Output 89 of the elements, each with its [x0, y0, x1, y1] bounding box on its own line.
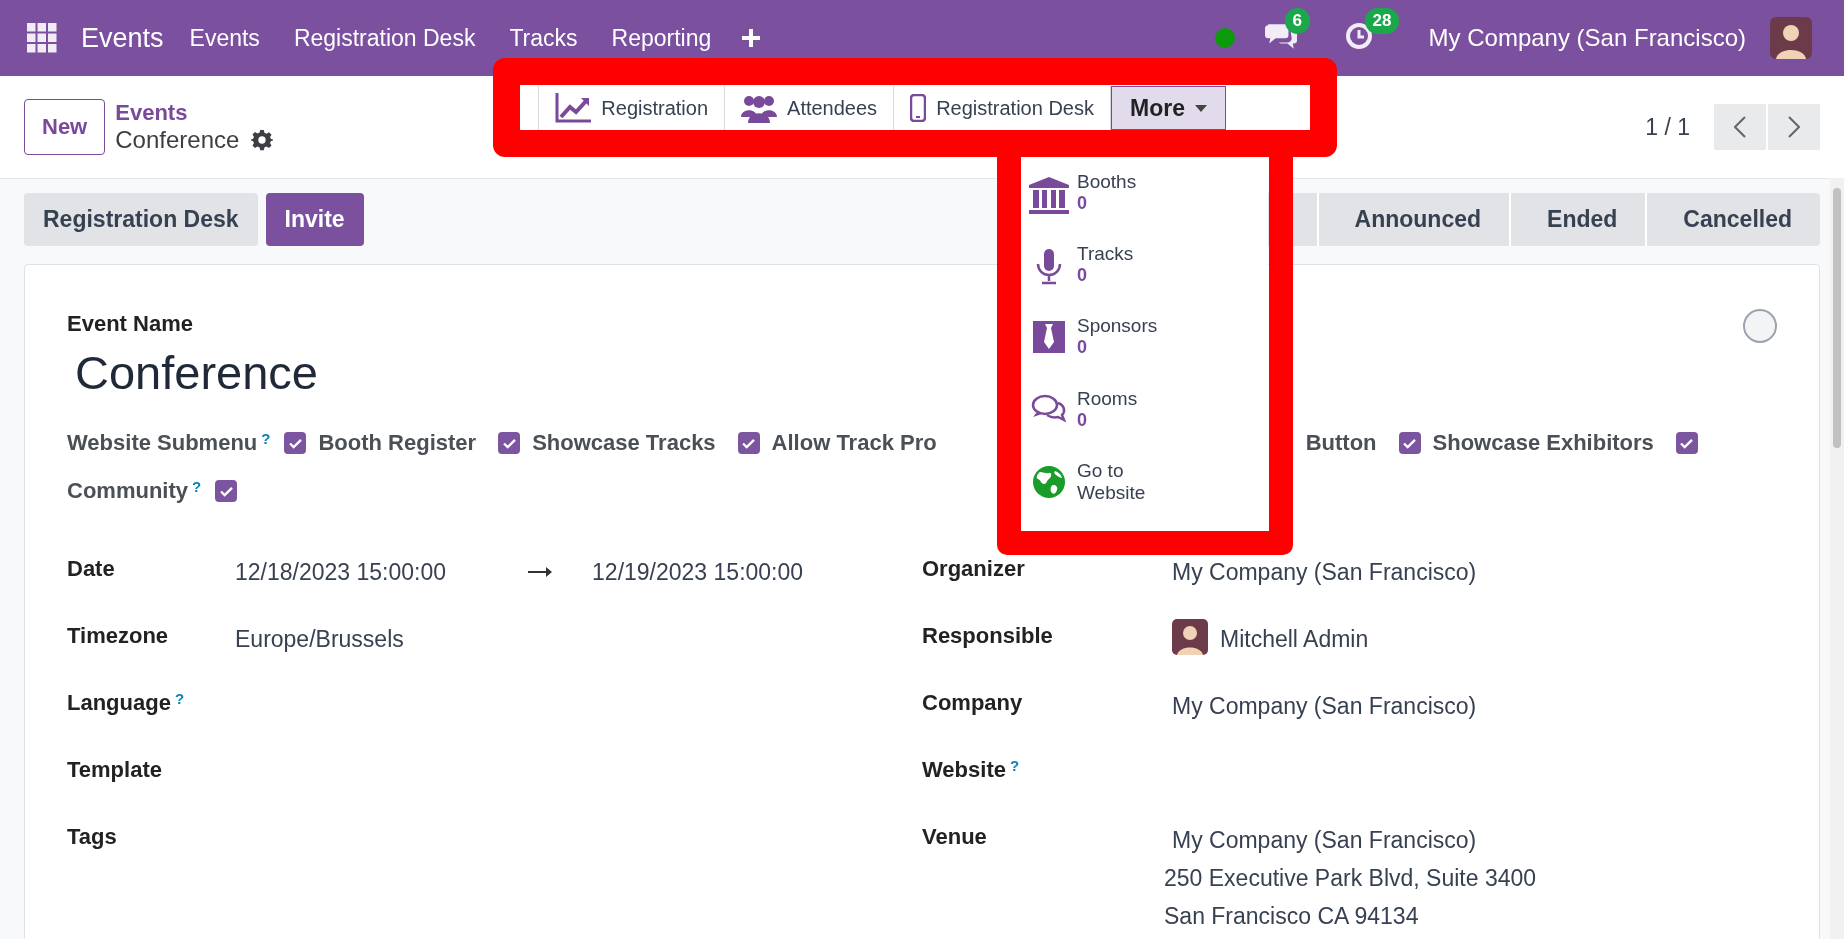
menu-item[interactable]: Sponsors 0 [1021, 315, 1268, 388]
chat-bubbles-icon [1031, 393, 1067, 424]
field-label: Event Name [67, 311, 193, 337]
field-label: Timezone [67, 623, 169, 650]
field-value[interactable]: My Company (San Francisco) [1172, 690, 1477, 720]
field-value[interactable]: Mitchell Admin [1220, 623, 1369, 653]
checkmark-icon [1403, 437, 1417, 449]
arrow-right-icon [528, 566, 553, 578]
message-count: 6 [1284, 8, 1311, 34]
new-button[interactable]: New [24, 99, 106, 155]
menu-item[interactable]: Rooms 0 [1021, 387, 1268, 460]
checkmark-icon [502, 437, 516, 449]
menu-item[interactable]: Go to Website [1021, 459, 1268, 532]
menu-item[interactable]: Events [189, 24, 260, 52]
help-tooltip-link[interactable]: ? [261, 430, 271, 447]
previous-button[interactable] [1714, 104, 1766, 150]
more-dropdown-button[interactable]: More [1110, 86, 1226, 130]
field-label: Language [67, 690, 171, 717]
checkmark-icon [288, 437, 302, 449]
field-value[interactable]: My Company (San Francisco) [1172, 556, 1477, 586]
checkmark-icon [1680, 437, 1694, 449]
field-label: Date [67, 556, 115, 583]
action-button[interactable]: Invite [265, 193, 364, 246]
bank-building-icon [1029, 177, 1069, 215]
apps-menu-icon[interactable] [27, 23, 57, 53]
field-label: Template [67, 757, 162, 784]
help-tooltip-link[interactable]: ? [174, 690, 185, 707]
tie-icon [1033, 321, 1065, 354]
field-label: Community [67, 478, 188, 504]
address-line: My Company (San Francisco) [1172, 826, 1478, 854]
chevron-left-icon [1734, 116, 1746, 138]
checkmark-icon [219, 485, 233, 497]
field-value[interactable]: 12/19/2023 15:00:00 [592, 556, 804, 586]
checkbox[interactable] [284, 432, 307, 454]
field-label: Responsible [922, 623, 1053, 650]
field-label: Booth Register [318, 430, 477, 456]
clock-icon[interactable] [1344, 22, 1373, 50]
help-tooltip-link[interactable]: ? [1009, 757, 1020, 774]
field-label: Showcase Tracks [532, 430, 716, 456]
field-label: Tags [67, 824, 117, 851]
globe-icon [1033, 465, 1065, 498]
user-avatar[interactable] [1770, 17, 1812, 59]
activity-count: 28 [1364, 8, 1400, 34]
field-label: Showcase Exhibitors [1432, 430, 1654, 456]
menu-item[interactable]: Booths 0 [1021, 171, 1268, 244]
checkbox[interactable] [498, 432, 521, 454]
field-label: Website [922, 757, 1006, 784]
menu-item[interactable]: Tracks [509, 24, 578, 52]
menu-item[interactable]: Reporting [611, 24, 712, 52]
scrollbar[interactable] [1830, 178, 1844, 939]
field-label: Button [1305, 430, 1377, 456]
status-dot-icon [1214, 28, 1235, 48]
field-label: Venue [922, 824, 987, 851]
field-label: Company [922, 690, 1023, 717]
menu-item[interactable]: Tracks 0 [1021, 243, 1268, 316]
plus-icon[interactable] [741, 28, 762, 48]
address-line: San Francisco CA 94134 [1164, 902, 1420, 930]
event-name-field[interactable]: Conference [75, 345, 318, 400]
chevron-right-icon [1788, 116, 1800, 138]
stage-button[interactable]: Cancelled [1645, 193, 1820, 246]
stage-button[interactable]: Announced [1316, 193, 1510, 246]
pager-value: 1 / 1 [1645, 113, 1690, 141]
app-name[interactable]: Events [81, 22, 164, 54]
microphone-icon [1036, 249, 1062, 286]
people-icon [741, 93, 778, 123]
company-switcher[interactable]: My Company (San Francisco) [1428, 24, 1746, 52]
address-line: 250 Executive Park Blvd, Suite 3400 [1164, 864, 1537, 892]
stage-button[interactable]: Ended [1509, 193, 1646, 246]
field-value[interactable]: 12/18/2023 15:00:00 [235, 556, 447, 586]
checkmark-icon [742, 437, 756, 449]
checkbox[interactable] [1675, 432, 1698, 454]
phone-icon [910, 94, 927, 122]
action-button[interactable]: Registration Desk [24, 193, 258, 246]
field-value[interactable]: Europe/Brussels [235, 623, 404, 653]
next-button[interactable] [1768, 104, 1820, 150]
field-label: Organizer [922, 556, 1025, 583]
menu-item[interactable]: Registration Desk [293, 24, 476, 52]
help-tooltip-link[interactable]: ? [192, 478, 202, 495]
field-label: Allow Track Pro [771, 430, 937, 456]
line-chart-icon [555, 93, 592, 123]
field-label: Website Submenu [67, 430, 258, 456]
priority-toggle[interactable] [1743, 309, 1777, 343]
caret-icon [1194, 104, 1207, 112]
breadcrumb-link[interactable]: Events [115, 100, 274, 126]
checkbox[interactable] [215, 480, 238, 502]
checkbox[interactable] [737, 432, 760, 454]
checkbox[interactable] [1398, 432, 1421, 454]
record-name: Conference [115, 126, 240, 154]
settings-icon[interactable] [251, 129, 274, 151]
